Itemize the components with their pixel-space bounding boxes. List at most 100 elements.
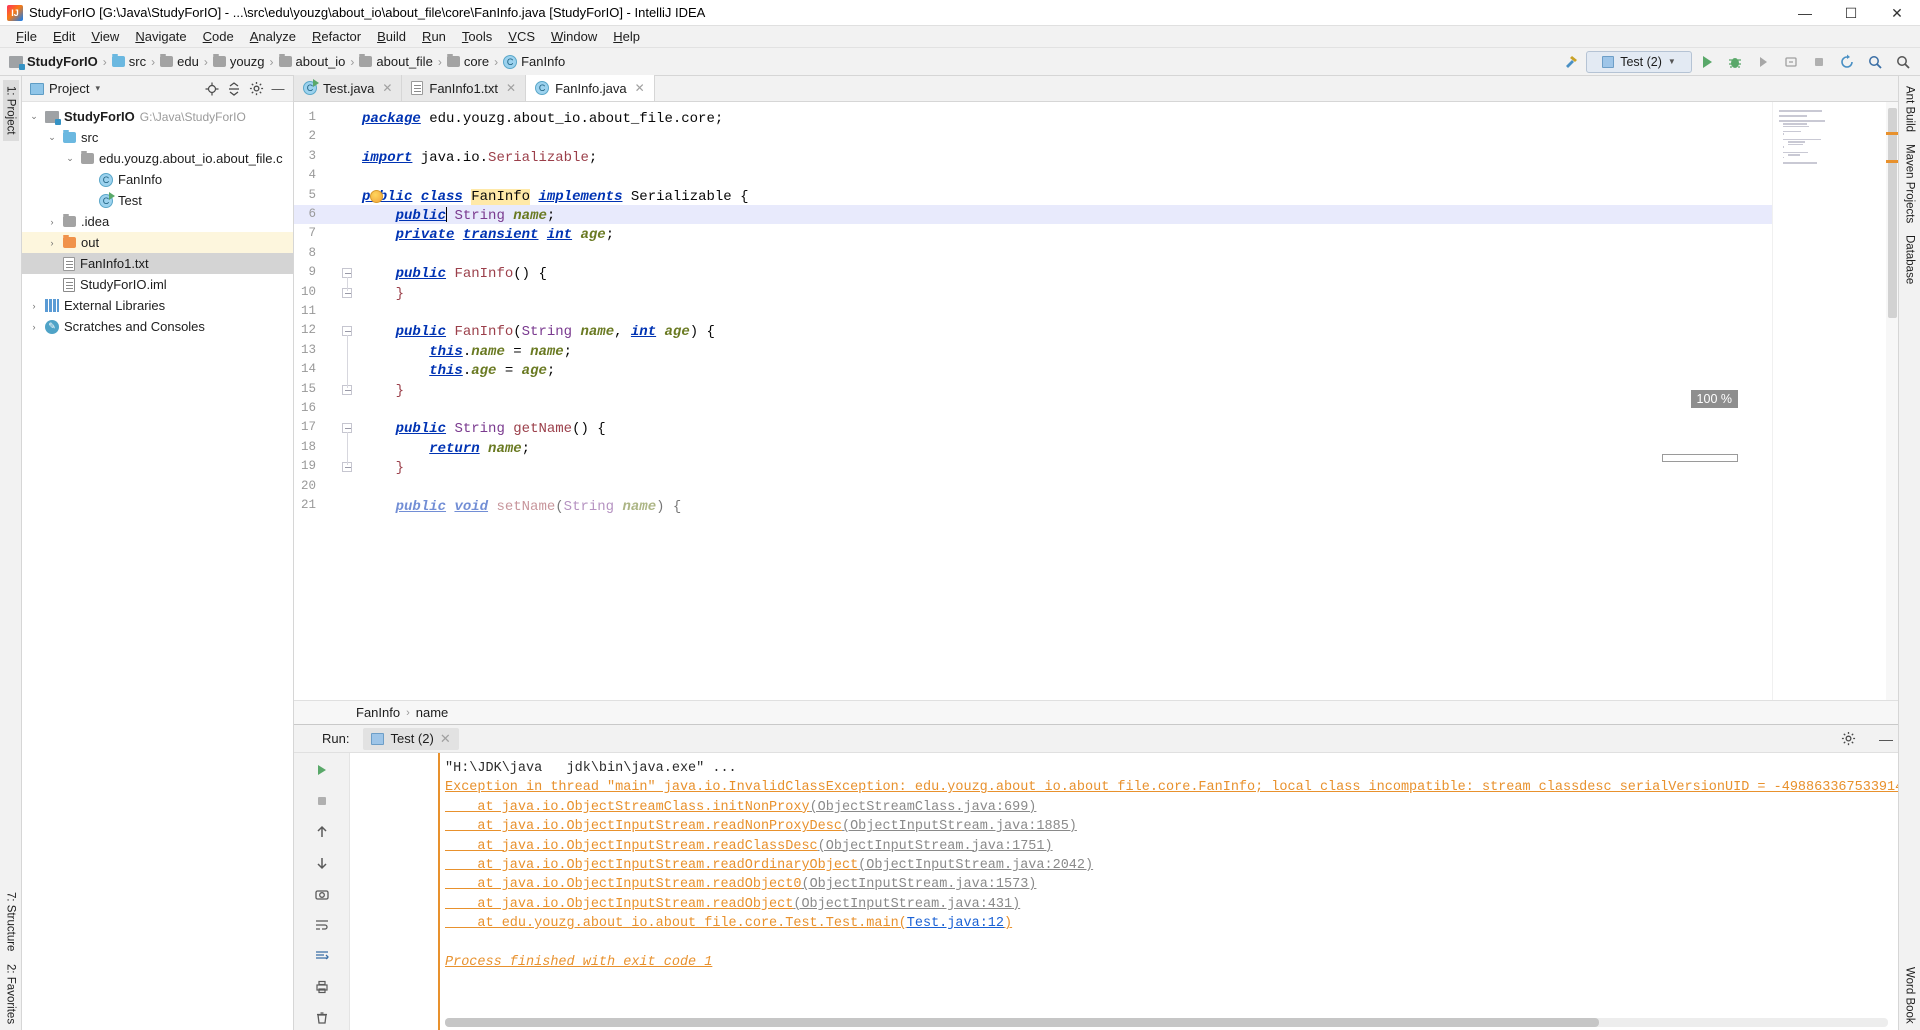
menu-item-vcs[interactable]: VCS — [500, 27, 543, 46]
console-line-3[interactable]: at java.io.ObjectInputStream.readNonProx… — [445, 819, 1077, 834]
print-icon[interactable] — [310, 976, 334, 998]
chevron-down-icon[interactable]: ▾ — [95, 83, 100, 94]
console-scrollbar-thumb[interactable] — [445, 1018, 1600, 1027]
breadcrumb-item-studyforio[interactable]: StudyForIO — [6, 53, 101, 70]
hide-panel-icon[interactable]: — — [267, 78, 289, 100]
tree-node-faninfo1-txt[interactable]: FanInfo1.txt — [22, 253, 293, 274]
breadcrumb-item-edu[interactable]: edu — [157, 53, 202, 70]
console-line-2[interactable]: at java.io.ObjectStreamClass.initNonProx… — [445, 800, 1036, 815]
editor-breadcrumb[interactable]: FanInfo › name — [294, 700, 1898, 724]
tree-node-studyforio-iml[interactable]: StudyForIO.iml — [22, 274, 293, 295]
update-project-icon[interactable] — [1834, 50, 1860, 74]
menu-item-tools[interactable]: Tools — [454, 27, 500, 46]
tree-node-faninfo[interactable]: C FanInfo — [22, 169, 293, 190]
console-line-5[interactable]: at java.io.ObjectInputStream.readOrdinar… — [445, 858, 1093, 873]
rail-structure-button[interactable]: 7: Structure — [3, 886, 19, 957]
tree-node-src[interactable]: ⌄ src — [22, 127, 293, 148]
close-icon[interactable]: ✕ — [382, 81, 392, 95]
search-everywhere-icon[interactable] — [1862, 50, 1888, 74]
console-output[interactable]: "H:\JDK\java jdk\bin\java.exe" ... Except… — [350, 753, 1898, 1030]
run-tab[interactable]: Test (2) ✕ — [363, 727, 459, 750]
collapse-all-icon[interactable] — [223, 78, 245, 100]
expand-arrow-icon[interactable]: › — [46, 238, 58, 248]
console-line-10[interactable]: Process finished with exit code 1 — [445, 955, 712, 970]
clear-all-icon[interactable] — [310, 1007, 334, 1029]
tree-node-studyforio[interactable]: ⌄ StudyForIO G:\Java\StudyForIO — [22, 106, 293, 127]
editor-tab-faninfo1-txt[interactable]: FanInfo1.txt ✕ — [402, 75, 527, 101]
profile-button[interactable] — [1778, 50, 1804, 74]
hide-run-panel-icon[interactable]: — — [1874, 727, 1898, 751]
console-line-1[interactable]: Exception in thread "main" java.io.Inval… — [445, 780, 1898, 795]
run-settings-gear-icon[interactable] — [1836, 727, 1860, 751]
close-button[interactable]: ✕ — [1874, 0, 1920, 26]
editor-tab-faninfo-java[interactable]: C FanInfo.java ✕ — [526, 75, 655, 101]
rail-maven-button[interactable]: Maven Projects — [1902, 138, 1918, 229]
console-horizontal-scrollbar[interactable] — [445, 1018, 1888, 1027]
scrollbar-thumb[interactable] — [1888, 108, 1897, 318]
rail-project-button[interactable]: 1: Project — [2, 80, 19, 141]
soft-wrap-icon[interactable] — [310, 914, 334, 936]
breadcrumb-class[interactable]: FanInfo — [356, 705, 400, 720]
settings-gear-icon[interactable] — [245, 78, 267, 100]
editor-minimap[interactable] — [1772, 102, 1898, 700]
breadcrumb-item-faninfo[interactable]: C FanInfo — [500, 53, 568, 70]
breadcrumb-item-about-io[interactable]: about_io — [276, 53, 349, 70]
editor-area[interactable]: 1 2 3 4 5 6 7 8 9 10 11 12 13 14 15 16 17 18 19 20 21 packag… — [294, 102, 1898, 700]
tree-node-edu-youzg-about-io-about-file-c[interactable]: ⌄ edu.youzg.about_io.about_file.c — [22, 148, 293, 169]
code-text[interactable]: package edu.youzg.about_io.about_file.co… — [356, 102, 1772, 700]
run-with-coverage-button[interactable] — [1750, 50, 1776, 74]
tree-node--idea[interactable]: › .idea — [22, 211, 293, 232]
menu-item-build[interactable]: Build — [369, 27, 414, 46]
menu-item-navigate[interactable]: Navigate — [127, 27, 194, 46]
expand-arrow-icon[interactable]: › — [28, 301, 40, 311]
menu-item-run[interactable]: Run — [414, 27, 454, 46]
expand-arrow-icon[interactable]: ⌄ — [64, 153, 76, 164]
down-icon[interactable] — [310, 852, 334, 874]
menu-item-file[interactable]: File — [8, 27, 45, 46]
expand-arrow-icon[interactable]: ⌄ — [28, 111, 40, 122]
build-hammer-icon[interactable] — [1558, 50, 1584, 74]
expand-arrow-icon[interactable]: › — [46, 217, 58, 227]
expand-arrow-icon[interactable]: ⌄ — [46, 132, 58, 143]
console-line-8[interactable]: at edu.youzg.about_io.about_file.core.Te… — [445, 916, 1012, 931]
up-icon[interactable] — [310, 821, 334, 843]
camera-icon[interactable] — [310, 883, 334, 905]
console-line-7[interactable]: at java.io.ObjectInputStream.readObject(… — [445, 897, 1020, 912]
stop-icon[interactable] — [310, 790, 334, 812]
editor-tab-test-java[interactable]: C Test.java ✕ — [294, 75, 403, 101]
project-tree[interactable]: ⌄ StudyForIO G:\Java\StudyForIO ⌄ src ⌄ edu.yo… — [22, 102, 293, 1030]
debug-button[interactable] — [1722, 50, 1748, 74]
run-configuration-selector[interactable]: Test (2) ▼ — [1586, 50, 1692, 73]
tree-node-scratches-and-consoles[interactable]: › ✎ Scratches and Consoles — [22, 316, 293, 337]
tree-node-out[interactable]: › out — [22, 232, 293, 253]
menu-item-analyze[interactable]: Analyze — [242, 27, 304, 46]
tree-node-test[interactable]: C Test — [22, 190, 293, 211]
rerun-icon[interactable] — [310, 759, 334, 781]
menu-item-view[interactable]: View — [83, 27, 127, 46]
breadcrumb-item-about-file[interactable]: about_file — [356, 53, 435, 70]
editor-gutter[interactable]: 1 2 3 4 5 6 7 8 9 10 11 12 13 14 15 16 17 18 19 20 21 — [294, 102, 356, 700]
rail-favorites-button[interactable]: 2: Favorites — [3, 958, 19, 1030]
scroll-to-end-icon[interactable] — [310, 945, 334, 967]
menu-item-window[interactable]: Window — [543, 27, 605, 46]
rail-wordbook-button[interactable]: Word Book — [1902, 961, 1918, 1030]
close-icon[interactable]: ✕ — [440, 731, 451, 747]
menu-item-refactor[interactable]: Refactor — [304, 27, 369, 46]
expand-arrow-icon[interactable]: › — [28, 322, 40, 332]
magnifier-icon[interactable] — [1890, 50, 1916, 74]
menu-item-help[interactable]: Help — [605, 27, 648, 46]
minimize-button[interactable]: — — [1782, 0, 1828, 26]
close-icon[interactable]: ✕ — [506, 81, 516, 95]
run-button[interactable] — [1694, 50, 1720, 74]
intention-bulb-icon[interactable] — [370, 189, 383, 203]
locate-icon[interactable] — [201, 78, 223, 100]
rail-ant-build-button[interactable]: Ant Build — [1902, 80, 1918, 138]
menu-item-code[interactable]: Code — [195, 27, 242, 46]
breadcrumb-item-youzg[interactable]: youzg — [210, 53, 268, 70]
breadcrumb-member[interactable]: name — [416, 705, 449, 720]
tree-node-external-libraries[interactable]: › External Libraries — [22, 295, 293, 316]
console-line-6[interactable]: at java.io.ObjectInputStream.readObject0… — [445, 877, 1036, 892]
menu-item-edit[interactable]: Edit — [45, 27, 83, 46]
breadcrumb-item-src[interactable]: src — [109, 53, 149, 70]
breadcrumb-item-core[interactable]: core — [444, 53, 492, 70]
